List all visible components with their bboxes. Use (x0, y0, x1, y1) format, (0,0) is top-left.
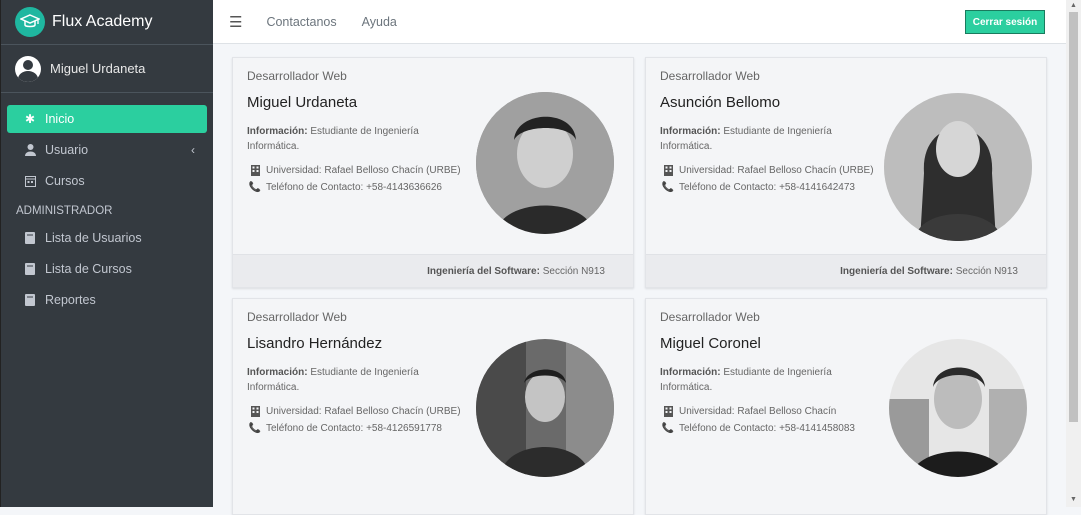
card-role: Desarrollador Web (660, 69, 760, 83)
card-footer: Ingeniería del Software: Sección N913 (646, 254, 1046, 287)
building-icon (249, 406, 261, 417)
card-university: Universidad: Rafael Belloso Chacín (URBE… (249, 406, 461, 417)
page-scrollbar[interactable]: ▲ ▼ (1066, 0, 1081, 507)
card-name: Lisandro Hernández (247, 335, 383, 352)
logout-button[interactable]: Cerrar sesión (965, 10, 1045, 34)
footer-text: Sección N913 (542, 265, 605, 277)
sidebar-item-cursos[interactable]: Cursos (7, 167, 207, 195)
card-info: Información: Estudiante de Ingeniería In… (660, 365, 870, 395)
info-label: Información: (660, 126, 721, 137)
sidebar-item-lista-cursos[interactable]: Lista de Cursos (7, 255, 207, 283)
user-name: Miguel Urdaneta (50, 61, 146, 76)
scroll-up-arrow-icon[interactable]: ▲ (1070, 2, 1077, 9)
sidebar-item-label: Cursos (45, 174, 85, 188)
phone-text: Teléfono de Contacto: +58-4141642473 (679, 182, 855, 193)
sidebar-item-label: Usuario (45, 143, 89, 157)
profile-photo (476, 339, 614, 477)
university-text: Universidad: Rafael Belloso Chacín (URBE… (266, 165, 461, 176)
card-university: Universidad: Rafael Belloso Chacín (662, 406, 836, 417)
scroll-down-arrow-icon[interactable]: ▼ (1070, 496, 1077, 503)
footer-label: Ingeniería del Software: (840, 265, 953, 277)
graduation-cap-icon (15, 7, 45, 37)
phone-text: Teléfono de Contacto: +58-4143636626 (266, 182, 442, 193)
scrollbar-thumb[interactable] (1069, 12, 1078, 422)
card-info: Información: Estudiante de Ingeniería In… (247, 365, 457, 395)
footer-label: Ingeniería del Software: (427, 265, 540, 277)
sidebar-nav: ✱ Inicio Usuario ‹ Cursos ADMINISTRADOR … (1, 93, 213, 314)
card-university: Universidad: Rafael Belloso Chacín (URBE… (662, 165, 874, 176)
sidebar-item-reportes[interactable]: Reportes (7, 286, 207, 314)
sidebar-item-lista-usuarios[interactable]: Lista de Usuarios (7, 224, 207, 252)
sidebar: Flux Academy Miguel Urdaneta ✱ Inicio Us… (0, 0, 213, 507)
building-icon (662, 406, 674, 417)
admin-section-header: ADMINISTRADOR (16, 205, 113, 217)
gear-icon: ✱ (24, 112, 36, 126)
phone-text: Teléfono de Contacto: +58-4126591778 (266, 423, 442, 434)
profile-photo (476, 92, 614, 234)
university-text: Universidad: Rafael Belloso Chacín (URBE… (266, 406, 461, 417)
sidebar-item-label: Lista de Cursos (45, 262, 132, 276)
phone-icon: 📞 (248, 182, 262, 193)
card-name: Miguel Coronel (660, 335, 761, 352)
info-label: Información: (660, 367, 721, 378)
sidebar-item-label: Reportes (45, 293, 96, 307)
book-icon (23, 232, 37, 244)
brand-link[interactable]: Flux Academy (1, 0, 213, 45)
developer-card: Desarrollador Web Lisandro Hernández Inf… (232, 298, 634, 515)
card-phone: 📞 Teléfono de Contacto: +58-4141642473 (662, 182, 855, 193)
phone-icon: 📞 (248, 423, 262, 434)
footer-text: Sección N913 (955, 265, 1018, 277)
university-text: Universidad: Rafael Belloso Chacín (679, 406, 837, 417)
card-name: Miguel Urdaneta (247, 94, 358, 111)
developer-card: Desarrollador Web Asunción Bellomo Infor… (645, 57, 1047, 288)
card-footer: Ingeniería del Software: Sección N913 (233, 254, 633, 287)
book-icon (23, 263, 37, 275)
developer-card: Desarrollador Web Miguel Coronel Informa… (645, 298, 1047, 515)
sidebar-item-usuario[interactable]: Usuario ‹ (7, 136, 207, 164)
user-panel[interactable]: Miguel Urdaneta (1, 45, 213, 93)
phone-text: Teléfono de Contacto: +58-4141458083 (679, 423, 855, 434)
hamburger-menu-icon[interactable]: ☰ (229, 13, 242, 31)
nav-link-ayuda[interactable]: Ayuda (362, 15, 397, 29)
brand-name: Flux Academy (52, 13, 153, 30)
info-label: Información: (247, 126, 308, 137)
calendar-icon (23, 175, 37, 187)
card-info: Información: Estudiante de Ingeniería In… (660, 124, 870, 154)
user-icon (23, 144, 37, 156)
phone-icon: 📞 (661, 423, 675, 434)
top-navbar: ☰ Contactanos Ayuda Cerrar sesión (213, 0, 1066, 44)
nav-link-contactanos[interactable]: Contactanos (266, 15, 336, 29)
card-name: Asunción Bellomo (660, 94, 781, 111)
card-role: Desarrollador Web (247, 310, 347, 324)
phone-icon: 📞 (661, 182, 675, 193)
sidebar-item-inicio[interactable]: ✱ Inicio (7, 105, 207, 133)
book-icon (23, 294, 37, 306)
profile-photo (884, 93, 1032, 241)
card-phone: 📞 Teléfono de Contacto: +58-4141458083 (662, 423, 855, 434)
university-text: Universidad: Rafael Belloso Chacín (URBE… (679, 165, 874, 176)
sidebar-item-label: Inicio (45, 112, 75, 126)
card-phone: 📞 Teléfono de Contacto: +58-4126591778 (249, 423, 442, 434)
info-label: Información: (247, 367, 308, 378)
card-info: Información: Estudiante de Ingeniería In… (247, 124, 457, 154)
sidebar-item-label: Lista de Usuarios (45, 231, 142, 245)
building-icon (662, 165, 674, 176)
developer-card: Desarrollador Web Miguel Urdaneta Inform… (232, 57, 634, 288)
profile-photo (889, 339, 1027, 477)
card-role: Desarrollador Web (247, 69, 347, 83)
card-role: Desarrollador Web (660, 310, 760, 324)
card-university: Universidad: Rafael Belloso Chacín (URBE… (249, 165, 461, 176)
user-avatar-icon (15, 55, 41, 82)
chevron-left-icon[interactable]: ‹ (191, 143, 195, 157)
building-icon (249, 165, 261, 176)
card-phone: 📞 Teléfono de Contacto: +58-4143636626 (249, 182, 442, 193)
